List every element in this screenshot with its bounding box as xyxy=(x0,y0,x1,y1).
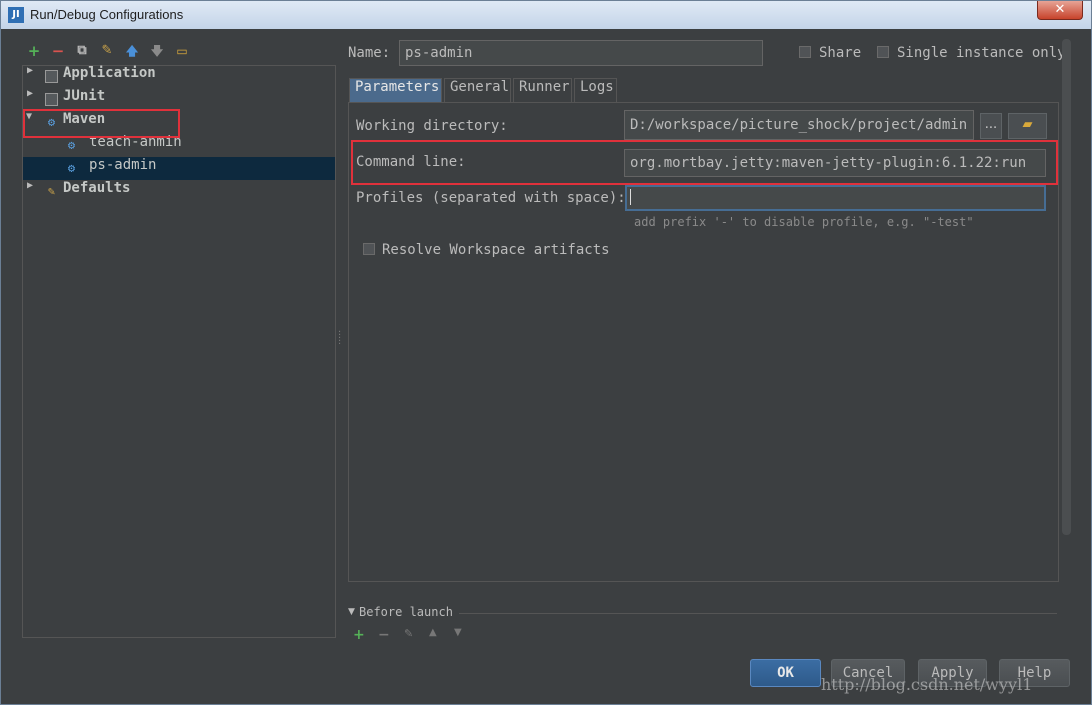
tree-item-ps-admin[interactable]: ⚙ ps-admin xyxy=(65,157,325,179)
application-icon xyxy=(45,70,58,83)
tree-item-label: ps-admin xyxy=(89,157,157,173)
ok-button[interactable]: OK xyxy=(750,659,821,687)
add-icon[interactable]: + xyxy=(25,41,43,61)
folder-icon[interactable]: ▭ xyxy=(173,41,191,61)
command-line-highlight-box xyxy=(351,140,1058,185)
intellij-app-icon: JI xyxy=(8,7,24,23)
profiles-hint: add prefix '-' to disable profile, e.g. … xyxy=(634,215,974,229)
single-instance-checkbox[interactable] xyxy=(877,46,889,58)
move-down-icon[interactable]: ▼ xyxy=(454,627,462,638)
before-launch-label: Before launch xyxy=(359,605,453,619)
window-title: Run/Debug Configurations xyxy=(30,7,184,22)
title-bar: JI Run/Debug Configurations ✕ xyxy=(1,1,1091,29)
before-launch-divider xyxy=(459,613,1057,614)
expand-arrow-icon[interactable]: ▶ xyxy=(27,88,33,99)
tab-runner[interactable]: Runner xyxy=(513,78,572,102)
remove-icon[interactable]: − xyxy=(378,627,390,643)
name-label: Name: xyxy=(348,45,391,61)
edit-defaults-icon[interactable]: ✎ xyxy=(98,41,116,61)
profiles-input[interactable] xyxy=(625,185,1046,211)
tree-item-defaults[interactable]: ▶ ✎ Defaults xyxy=(25,180,325,202)
working-directory-input[interactable]: D:/workspace/picture_shock/project/admin xyxy=(624,110,974,140)
resolve-workspace-checkbox[interactable] xyxy=(363,243,375,255)
tree-item-application[interactable]: ▶ Application xyxy=(25,65,325,87)
move-down-icon[interactable]: 🡇 xyxy=(148,41,166,61)
tab-parameters[interactable]: Parameters xyxy=(349,78,442,102)
maven-highlight-box xyxy=(23,109,180,138)
wrench-icon: ✎ xyxy=(47,184,56,198)
browse-folder-button[interactable]: ▰ xyxy=(1008,113,1047,139)
move-up-icon[interactable]: 🡅 xyxy=(123,41,141,61)
copy-icon[interactable]: ⧉ xyxy=(73,41,91,61)
expand-arrow-icon[interactable]: ▶ xyxy=(27,65,33,76)
folder-icon: ▰ xyxy=(1022,117,1033,132)
single-instance-label: Single instance only xyxy=(897,45,1066,61)
close-button[interactable]: ✕ xyxy=(1037,1,1083,20)
tab-logs[interactable]: Logs xyxy=(574,78,617,102)
expand-arrow-icon[interactable]: ▶ xyxy=(27,180,33,191)
browse-button[interactable]: ... xyxy=(980,113,1002,139)
tree-item-label: JUnit xyxy=(63,88,106,104)
text-caret xyxy=(630,189,631,205)
tree-item-junit[interactable]: ▶ JUnit xyxy=(25,88,325,110)
working-directory-label: Working directory: xyxy=(356,118,508,134)
move-up-icon[interactable]: ▲ xyxy=(429,627,437,638)
splitter-handle[interactable]: · · · · · xyxy=(338,328,341,350)
resolve-workspace-label: Resolve Workspace artifacts xyxy=(382,242,610,258)
junit-icon xyxy=(45,93,58,106)
tab-general[interactable]: General xyxy=(444,78,511,102)
run-debug-configurations-dialog: JI Run/Debug Configurations ✕ + − ⧉ ✎ 🡅 … xyxy=(0,0,1092,705)
maven-gear-icon: ⚙ xyxy=(67,138,76,152)
share-checkbox[interactable] xyxy=(799,46,811,58)
tree-item-label: Defaults xyxy=(63,180,131,196)
maven-gear-icon: ⚙ xyxy=(67,161,76,175)
remove-icon[interactable]: − xyxy=(49,41,67,61)
profiles-label: Profiles (separated with space): xyxy=(356,190,626,206)
vertical-scrollbar[interactable] xyxy=(1062,39,1071,535)
before-launch-collapse-icon[interactable]: ▼ xyxy=(348,607,355,617)
tree-item-label: Application xyxy=(63,65,156,81)
share-label: Share xyxy=(819,45,862,61)
watermark-text: http://blog.csdn.net/wyyl1 xyxy=(821,675,1033,694)
name-input[interactable]: ps-admin xyxy=(399,40,763,66)
add-icon[interactable]: + xyxy=(353,627,365,643)
edit-icon[interactable]: ✎ xyxy=(404,627,413,640)
